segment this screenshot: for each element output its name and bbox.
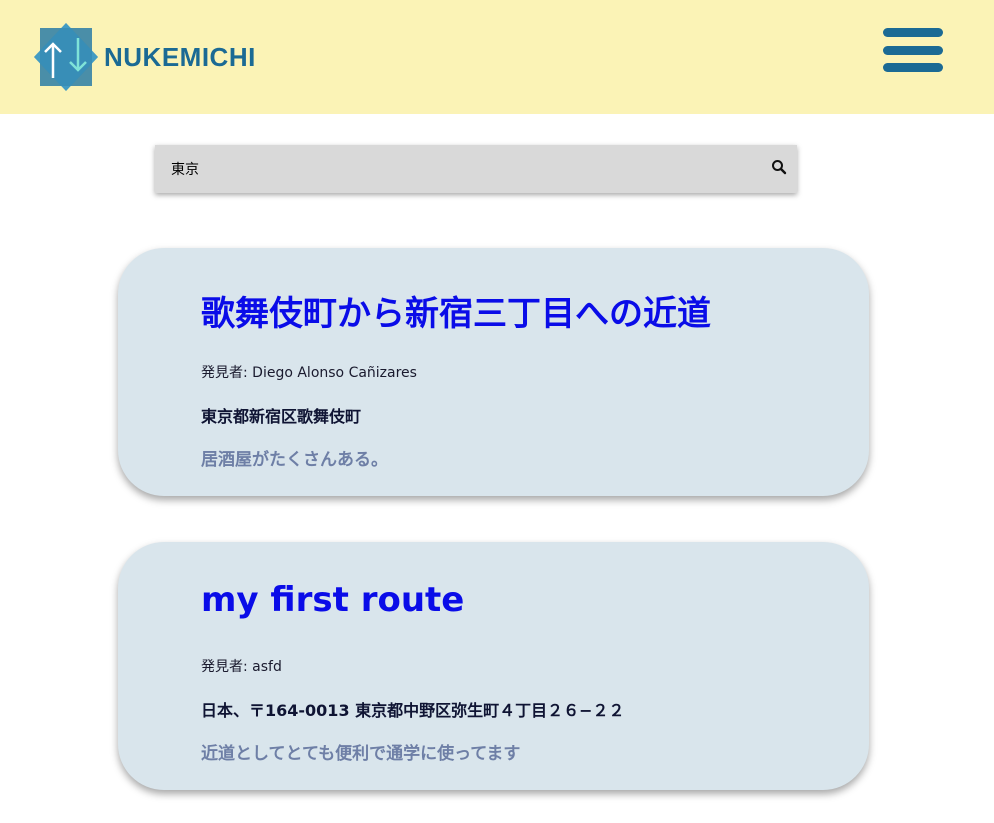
route-title-link[interactable]: 歌舞伎町から新宿三丁目への近道 — [201, 286, 711, 335]
app-header: NUKEMICHI — [0, 0, 994, 114]
route-finder: 発見者: Diego Alonso Cañizares — [201, 365, 417, 381]
logo-text: NUKEMICHI — [104, 41, 256, 72]
logo[interactable]: NUKEMICHI — [32, 22, 256, 92]
hamburger-menu-icon[interactable] — [883, 26, 943, 74]
route-card: 歌舞伎町から新宿三丁目への近道 発見者: Diego Alonso Cañiza… — [118, 248, 869, 496]
menu-bar-bottom — [883, 63, 943, 72]
search-icon[interactable] — [771, 159, 787, 175]
logo-arrows-icon — [32, 22, 100, 92]
menu-bar-top — [883, 28, 943, 37]
route-card: my first route 発見者: asfd 日本、〒164-0013 東京… — [118, 542, 869, 790]
route-title-link[interactable]: my first route — [201, 580, 464, 620]
route-finder: 発見者: asfd — [201, 659, 282, 675]
search-bar — [155, 145, 797, 193]
route-address: 日本、〒164-0013 東京都中野区弥生町４丁目２６−２２ — [201, 701, 625, 720]
route-description: 居酒屋がたくさんある。 — [201, 450, 388, 470]
route-description: 近道としてとても便利で通学に使ってます — [201, 744, 521, 764]
menu-bar-middle — [883, 46, 943, 55]
search-input[interactable] — [155, 145, 755, 193]
route-address: 東京都新宿区歌舞伎町 — [201, 407, 362, 426]
